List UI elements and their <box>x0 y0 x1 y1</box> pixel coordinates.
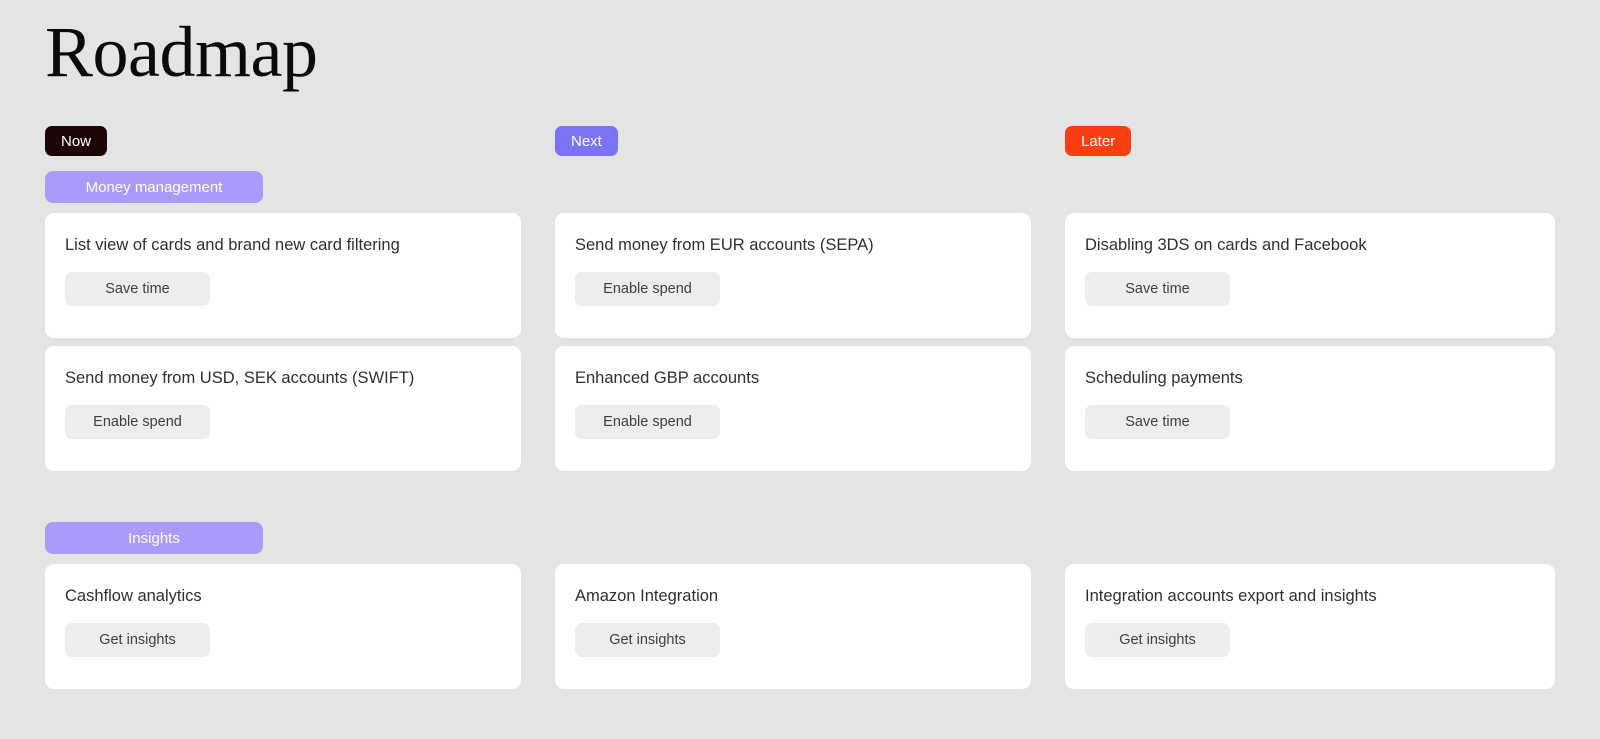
lane-header-insights: Insights <box>555 522 1031 556</box>
roadmap-page: Roadmap Now Money management List view o… <box>0 0 1600 739</box>
card-title: Enhanced GBP accounts <box>575 369 760 387</box>
lane-cards-insights: Cashflow analytics Get insights <box>45 564 521 689</box>
card-tag[interactable]: Get insights <box>575 623 720 658</box>
card-title: Cashflow analytics <box>65 587 202 605</box>
card-title: Amazon Integration <box>575 587 719 605</box>
roadmap-board: Now Money management List view of cards … <box>45 126 1555 689</box>
lane-cards-money-management: Send money from EUR accounts (SEPA) Enab… <box>555 213 1031 471</box>
lane-cards-insights: Integration accounts export and insights… <box>1065 564 1555 689</box>
card-tag[interactable]: Get insights <box>65 623 210 658</box>
roadmap-card[interactable]: Send money from EUR accounts (SEPA) Enab… <box>555 213 1031 338</box>
card-tags: Get insights <box>1085 623 1535 658</box>
card-tags: Save time <box>1085 405 1535 440</box>
lane-chip-money-management[interactable]: Money management <box>45 171 263 203</box>
card-title: Send money from USD, SEK accounts (SWIFT… <box>65 369 415 387</box>
card-title: Integration accounts export and insights <box>1085 587 1377 605</box>
roadmap-card[interactable]: Amazon Integration Get insights <box>555 564 1031 689</box>
lane-header-insights: Insights <box>1065 522 1555 556</box>
card-tags: Get insights <box>575 623 1011 658</box>
card-tags: Enable spend <box>575 272 1011 307</box>
card-tag[interactable]: Save time <box>1085 272 1230 307</box>
lane-header-money-management: Money management <box>45 171 521 205</box>
roadmap-card[interactable]: Scheduling payments Save time <box>1065 346 1555 471</box>
card-tags: Save time <box>1085 272 1535 307</box>
lane-spacer <box>1065 471 1555 507</box>
card-tags: Enable spend <box>575 405 1011 440</box>
card-tags: Enable spend <box>65 405 501 440</box>
card-tag[interactable]: Enable spend <box>575 272 720 307</box>
card-tag[interactable]: Enable spend <box>65 405 210 440</box>
card-title: List view of cards and brand new card fi… <box>65 236 400 254</box>
card-tag[interactable]: Save time <box>65 272 210 307</box>
card-tags: Save time <box>65 272 501 307</box>
lane-chip-insights[interactable]: Insights <box>45 522 263 554</box>
card-tag[interactable]: Enable spend <box>575 405 720 440</box>
roadmap-card[interactable]: Integration accounts export and insights… <box>1065 564 1555 689</box>
card-title: Scheduling payments <box>1085 369 1243 387</box>
roadmap-column-later: Later Money management Disabling 3DS on … <box>1065 126 1555 689</box>
roadmap-card[interactable]: List view of cards and brand new card fi… <box>45 213 521 338</box>
lane-header-money-management: Money management <box>555 171 1031 205</box>
lane-header-money-management: Money management <box>1065 171 1555 205</box>
lane-spacer <box>555 471 1031 507</box>
card-tags: Get insights <box>65 623 501 658</box>
lane-cards-money-management: Disabling 3DS on cards and Facebook Save… <box>1065 213 1555 471</box>
roadmap-card[interactable]: Enhanced GBP accounts Enable spend <box>555 346 1031 471</box>
lane-cards-insights: Amazon Integration Get insights <box>555 564 1031 689</box>
lane-cards-money-management: List view of cards and brand new card fi… <box>45 213 521 471</box>
page-title: Roadmap <box>45 12 318 92</box>
card-tag[interactable]: Get insights <box>1085 623 1230 658</box>
card-title: Disabling 3DS on cards and Facebook <box>1085 236 1367 254</box>
roadmap-column-now: Now Money management List view of cards … <box>45 126 521 689</box>
phase-chip-now[interactable]: Now <box>45 126 108 156</box>
card-tag[interactable]: Save time <box>1085 405 1230 440</box>
lane-spacer <box>45 471 521 507</box>
roadmap-card[interactable]: Disabling 3DS on cards and Facebook Save… <box>1065 213 1555 338</box>
card-title: Send money from EUR accounts (SEPA) <box>575 236 874 254</box>
roadmap-column-next: Next Money management Send money from EU… <box>555 126 1031 689</box>
roadmap-card[interactable]: Send money from USD, SEK accounts (SWIFT… <box>45 346 521 471</box>
roadmap-card[interactable]: Cashflow analytics Get insights <box>45 564 521 689</box>
lane-header-insights: Insights <box>45 522 521 556</box>
phase-chip-later[interactable]: Later <box>1065 126 1132 156</box>
phase-chip-next[interactable]: Next <box>555 126 618 156</box>
